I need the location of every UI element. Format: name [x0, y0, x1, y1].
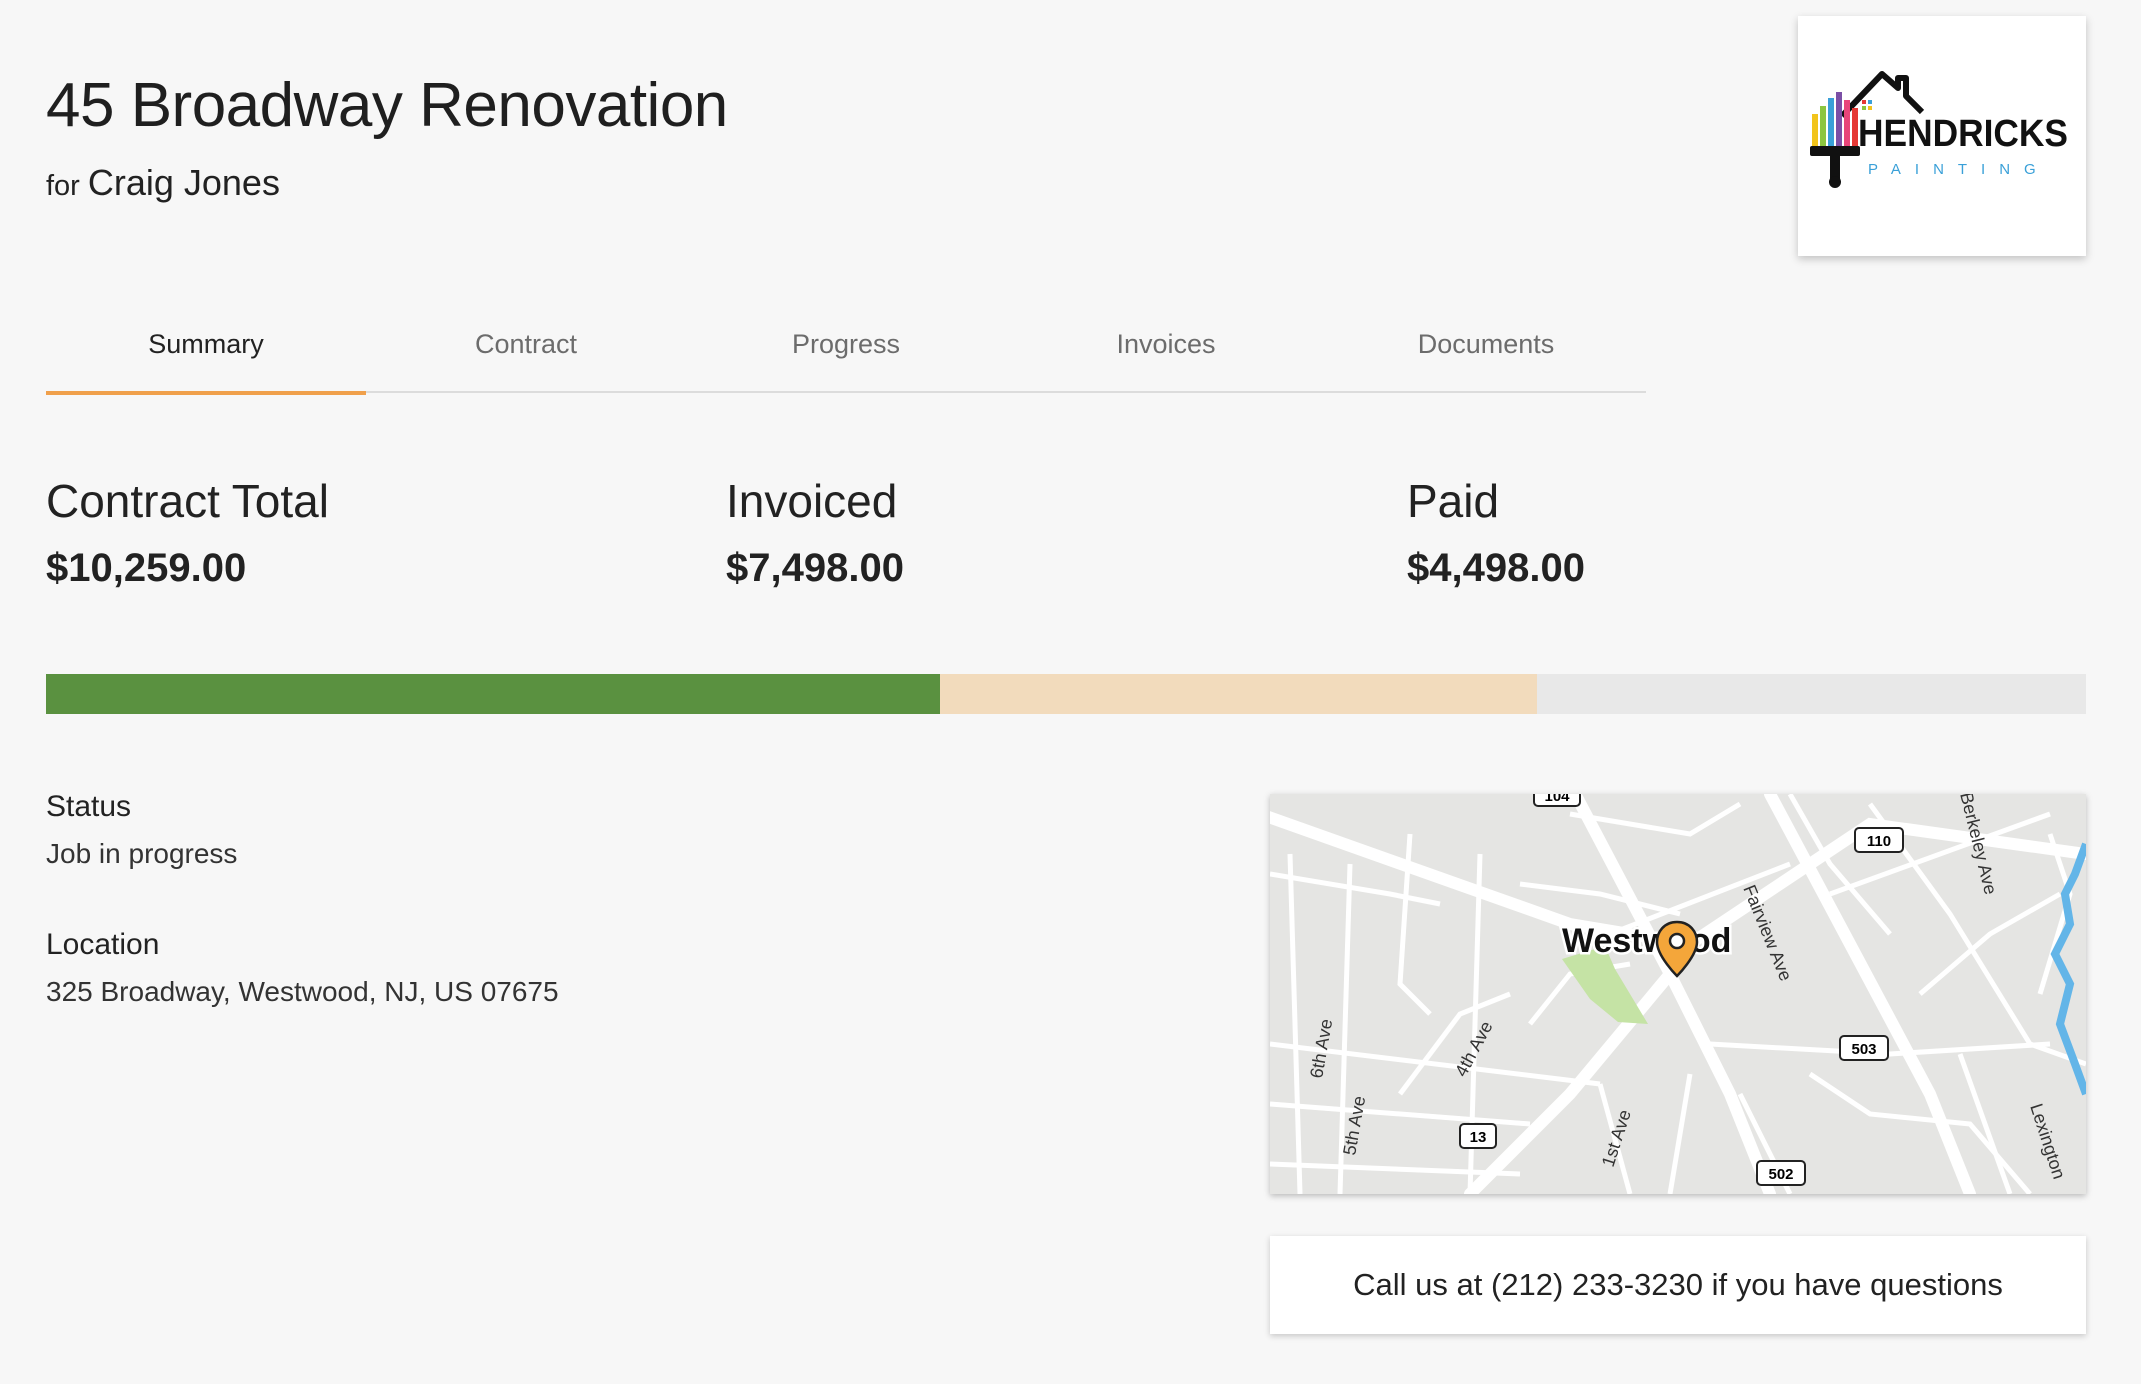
company-logo: HENDRICKS PAINTING: [1798, 16, 2086, 256]
hendricks-painting-logo: HENDRICKS PAINTING: [1810, 71, 2068, 188]
paid-segment: [46, 674, 941, 714]
tab-contract[interactable]: Contract: [366, 295, 686, 393]
paid-stat: Paid $4,498.00: [1407, 474, 1585, 591]
invoiced-value: $7,498.00: [726, 546, 904, 590]
client-name: Craig Jones: [87, 162, 280, 203]
paid-label: Paid: [1407, 475, 1500, 527]
contract-total-label: Contract Total: [46, 475, 329, 527]
for-label: for: [46, 170, 80, 202]
call-us-text: Call us at (212) 233-3230 if you have qu…: [1353, 1267, 2003, 1302]
tab-bar: Summary Contract Progress Invoices Docum…: [46, 295, 1646, 395]
invoiced-segment: [940, 674, 1537, 714]
logo-sub-word: PAINTING: [1868, 161, 2050, 178]
route-13: 13: [1470, 1129, 1487, 1146]
tab-documents[interactable]: Documents: [1326, 295, 1646, 393]
status-label: Status: [46, 790, 132, 823]
invoiced-stat: Invoiced $7,498.00: [726, 474, 904, 591]
contract-total-value: $10,259.00: [46, 546, 247, 590]
logo-brand-word: HENDRICKS: [1858, 113, 2068, 155]
contract-total-stat: Contract Total $10,259.00: [46, 474, 329, 591]
call-us-banner[interactable]: Call us at (212) 233-3230 if you have qu…: [1270, 1236, 2086, 1334]
payment-progress-bar: [46, 674, 2086, 714]
paid-value: $4,498.00: [1407, 546, 1585, 590]
tab-summary[interactable]: Summary: [46, 295, 366, 395]
invoiced-label: Invoiced: [726, 475, 898, 527]
location-label: Location: [46, 928, 160, 961]
route-104: 104: [1544, 794, 1570, 805]
location-map[interactable]: 104 110 503 13 502 Fairview Ave Berkeley…: [1270, 794, 2086, 1194]
map-place-label: Westwood: [1562, 922, 1731, 960]
route-110: 110: [1867, 833, 1891, 850]
map-canvas: 104 110 503 13 502 Fairview Ave Berkeley…: [1270, 794, 2086, 1194]
client-line: for Craig Jones: [46, 162, 280, 204]
route-503: 503: [1851, 1041, 1876, 1058]
route-502: 502: [1768, 1166, 1793, 1183]
tab-progress[interactable]: Progress: [686, 295, 1006, 393]
location-value: 325 Broadway, Westwood, NJ, US 07675: [46, 976, 559, 1007]
project-title: 45 Broadway Renovation: [46, 71, 728, 140]
status-value: Job in progress: [46, 838, 238, 869]
tab-invoices[interactable]: Invoices: [1006, 295, 1326, 393]
